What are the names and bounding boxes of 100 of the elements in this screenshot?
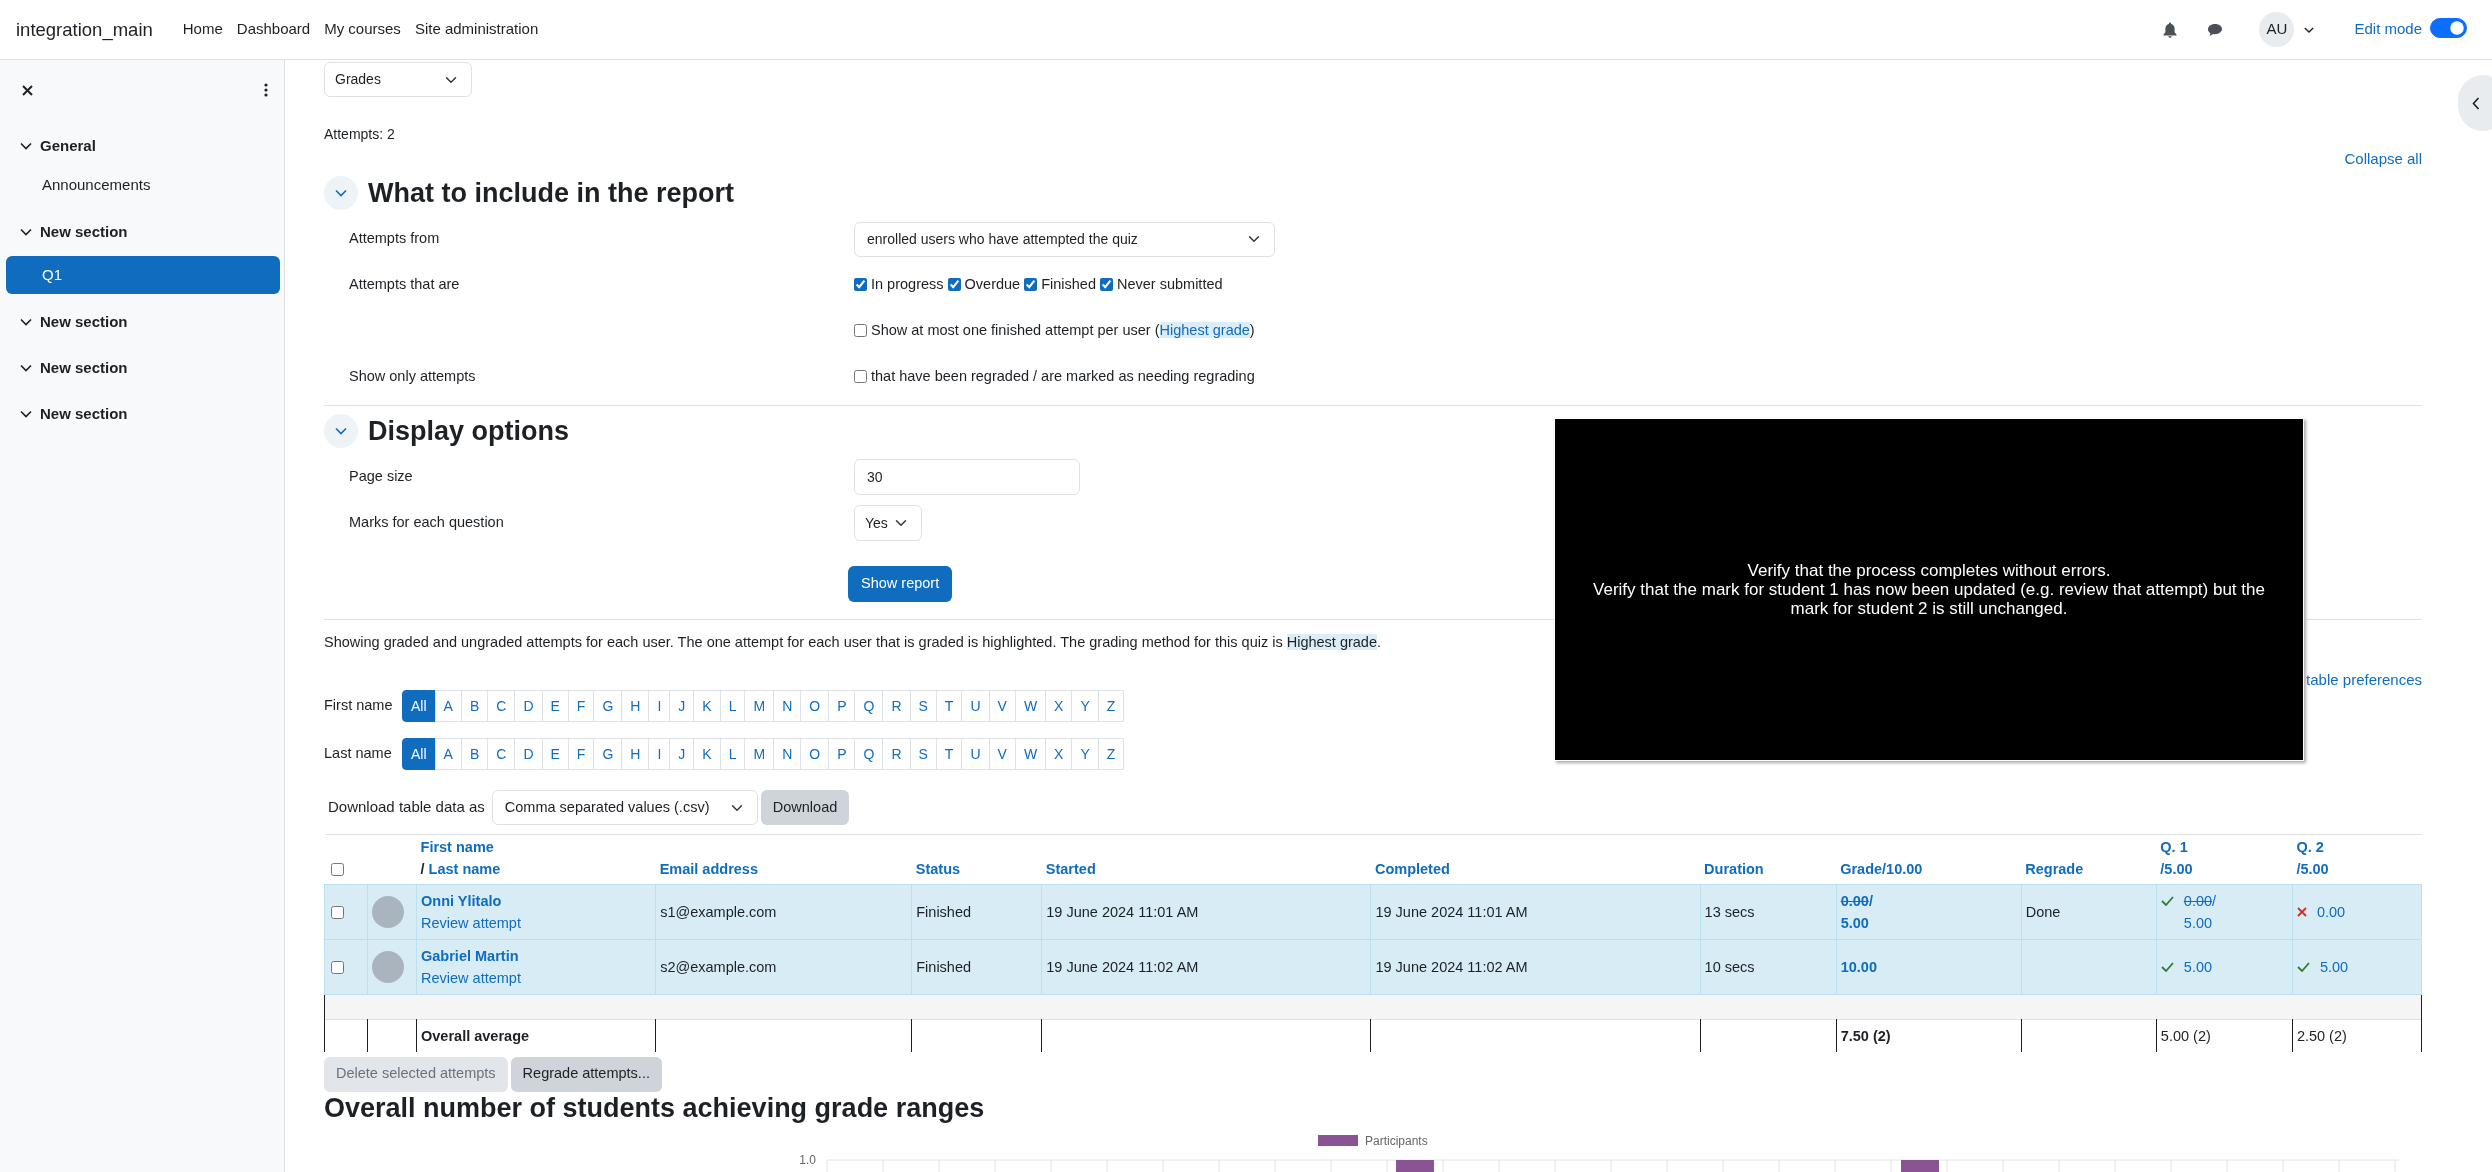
- column-header-link[interactable]: Completed: [1374, 861, 1450, 877]
- grade-link[interactable]: 5.00: [2319, 956, 2349, 978]
- column-header-link[interactable]: First name: [420, 839, 494, 855]
- grade-link[interactable]: 0.00/ 5.00: [2183, 890, 2217, 934]
- checkbox[interactable]: [1100, 278, 1113, 292]
- initial-filter[interactable]: H: [621, 690, 650, 722]
- collapse-toggle[interactable]: [324, 176, 358, 210]
- initial-filter[interactable]: K: [693, 690, 721, 722]
- dropdown[interactable]: Yes: [854, 505, 922, 541]
- initial-filter[interactable]: G: [593, 738, 623, 770]
- initial-filter[interactable]: O: [800, 738, 830, 770]
- nav-link[interactable]: Site administration: [414, 18, 539, 41]
- initial-filter[interactable]: D: [514, 690, 543, 722]
- section-title[interactable]: New section: [40, 220, 128, 244]
- initial-filter[interactable]: I: [648, 690, 671, 722]
- initial-filter[interactable]: C: [487, 690, 516, 722]
- column-header-link[interactable]: Q. 2: [2296, 839, 2324, 855]
- text-field[interactable]: 30: [854, 459, 1080, 495]
- initial-filter[interactable]: R: [882, 738, 911, 770]
- initial-filter[interactable]: W: [1014, 690, 1047, 722]
- initial-filter[interactable]: All: [402, 738, 436, 770]
- column-header-link[interactable]: Email address: [659, 861, 758, 877]
- initial-filter[interactable]: M: [744, 738, 775, 770]
- review-attempt-link[interactable]: Review attempt: [421, 970, 521, 986]
- column-header-link[interactable]: Duration: [1704, 861, 1764, 877]
- chat-icon[interactable]: [2207, 22, 2224, 37]
- initial-filter[interactable]: All: [402, 690, 436, 722]
- initial-filter[interactable]: M: [744, 690, 775, 722]
- initial-filter[interactable]: L: [719, 738, 746, 770]
- column-header-link[interactable]: /5.00: [2296, 861, 2329, 877]
- initial-filter[interactable]: G: [593, 690, 623, 722]
- initial-filter[interactable]: Y: [1071, 738, 1099, 770]
- initial-filter[interactable]: S: [909, 738, 937, 770]
- grade-link[interactable]: 0.00: [2316, 901, 2346, 923]
- edit-mode-switch[interactable]: [2430, 17, 2467, 38]
- initial-filter[interactable]: S: [909, 690, 937, 722]
- initial-filter[interactable]: J: [669, 690, 695, 722]
- close-icon[interactable]: [22, 84, 33, 96]
- checkbox[interactable]: [1024, 278, 1038, 292]
- row-checkbox[interactable]: [331, 961, 344, 974]
- grading-method-link[interactable]: Highest grade: [1286, 634, 1377, 650]
- initial-filter[interactable]: D: [514, 738, 543, 770]
- column-header-link[interactable]: /5.00: [2160, 861, 2193, 877]
- initial-filter[interactable]: V: [988, 690, 1016, 722]
- user-avatar[interactable]: AU: [2259, 12, 2295, 47]
- initial-filter[interactable]: E: [541, 738, 569, 770]
- initial-filter[interactable]: A: [434, 738, 462, 770]
- initial-filter[interactable]: U: [961, 690, 990, 722]
- student-name-link[interactable]: Gabriel Martin: [421, 948, 519, 964]
- action-button[interactable]: Regrade attempts...: [510, 1056, 662, 1092]
- sidebar-item[interactable]: Announcements: [6, 166, 280, 204]
- column-header-link[interactable]: Started: [1045, 861, 1096, 877]
- checkbox[interactable]: [947, 278, 961, 292]
- bell-icon[interactable]: [2163, 21, 2178, 38]
- nav-link[interactable]: My courses: [324, 18, 401, 41]
- initial-filter[interactable]: H: [621, 738, 650, 770]
- initial-filter[interactable]: Y: [1071, 690, 1099, 722]
- column-header-link[interactable]: Regrade: [2025, 861, 2084, 877]
- initial-filter[interactable]: N: [773, 738, 802, 770]
- column-header-link[interactable]: Grade/10.00: [1840, 861, 1923, 877]
- initial-filter[interactable]: V: [988, 738, 1016, 770]
- more-icon[interactable]: [264, 83, 268, 97]
- grade-link[interactable]: 0.00/ 5.00: [1840, 890, 1873, 934]
- select-all-checkbox[interactable]: [330, 863, 344, 876]
- download-button[interactable]: Download: [760, 790, 850, 825]
- initial-filter[interactable]: Z: [1097, 738, 1125, 770]
- sidebar-item[interactable]: Q1: [6, 256, 280, 294]
- column-header-link[interactable]: Q. 1: [2160, 839, 2188, 855]
- column-header-link[interactable]: Status: [915, 861, 961, 877]
- initial-filter[interactable]: U: [961, 738, 990, 770]
- format-select[interactable]: Comma separated values (.csv): [491, 790, 758, 825]
- checkbox[interactable]: [854, 370, 867, 384]
- initial-filter[interactable]: K: [693, 738, 721, 770]
- initial-filter[interactable]: I: [648, 738, 671, 770]
- collapse-all-link[interactable]: Collapse all: [2344, 149, 2422, 169]
- report-select[interactable]: Grades: [324, 62, 472, 97]
- initial-filter[interactable]: R: [882, 690, 911, 722]
- initial-filter[interactable]: B: [460, 690, 489, 722]
- legend-label[interactable]: Participants: [1365, 1133, 1428, 1148]
- initial-filter[interactable]: O: [800, 690, 830, 722]
- initial-filter[interactable]: Z: [1097, 690, 1125, 722]
- initial-filter[interactable]: E: [541, 690, 569, 722]
- initial-filter[interactable]: Q: [854, 690, 884, 722]
- column-header-link[interactable]: Last name: [428, 861, 501, 877]
- initial-filter[interactable]: B: [460, 738, 489, 770]
- collapse-toggle[interactable]: [324, 414, 358, 448]
- initial-filter[interactable]: C: [487, 738, 516, 770]
- grade-link[interactable]: 5.00: [2183, 956, 2213, 978]
- nav-link[interactable]: Dashboard: [236, 18, 311, 41]
- dropdown[interactable]: enrolled users who have attempted the quiz: [854, 221, 1275, 257]
- checkbox[interactable]: [854, 324, 867, 338]
- section-title[interactable]: New section: [40, 402, 128, 426]
- initial-filter[interactable]: W: [1014, 738, 1047, 770]
- initial-filter[interactable]: A: [434, 690, 462, 722]
- initial-filter[interactable]: Q: [854, 738, 884, 770]
- reset-preferences-link[interactable]: table preferences: [2306, 670, 2422, 690]
- show-report-button[interactable]: Show report: [848, 566, 953, 602]
- initial-filter[interactable]: P: [828, 690, 856, 722]
- student-name-link[interactable]: Onni Ylitalo: [421, 893, 502, 909]
- grade-link[interactable]: 10.00: [1840, 956, 1877, 978]
